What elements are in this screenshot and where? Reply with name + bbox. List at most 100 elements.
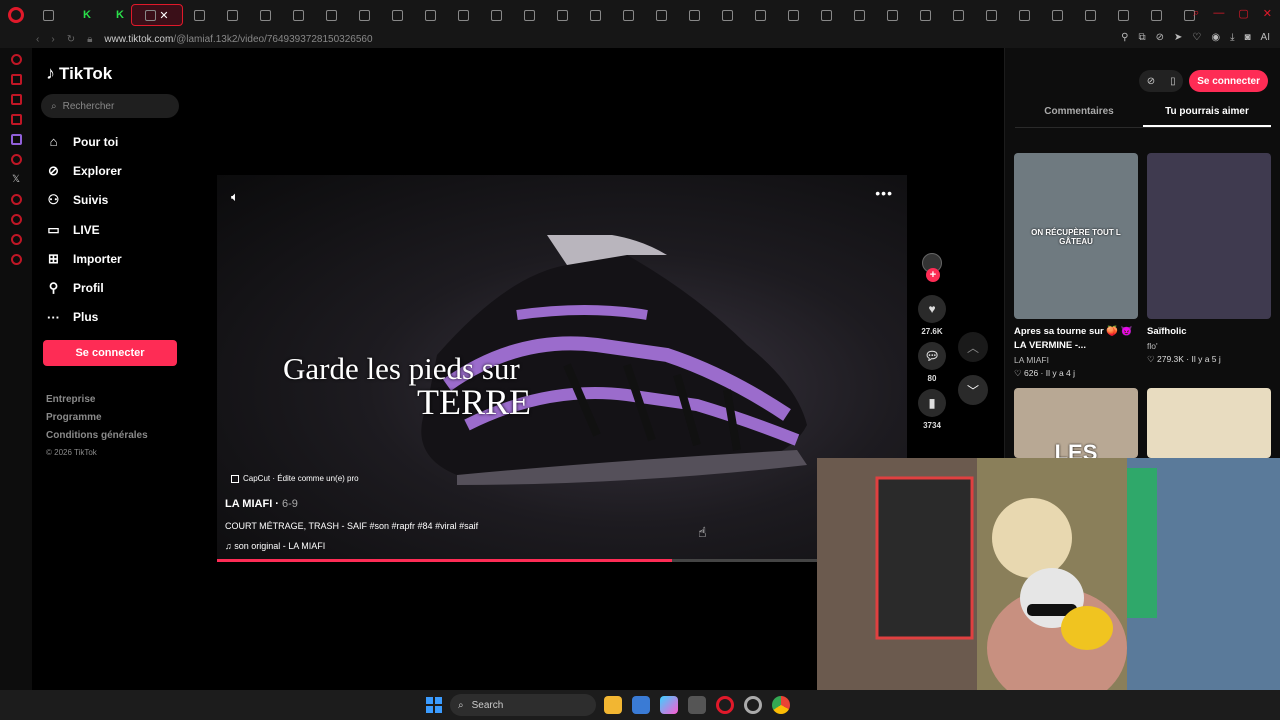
video-thumbnail[interactable]: ON RÉCUPÈRE TOUT L GÂTEAU <box>1014 153 1138 319</box>
browser-tab[interactable] <box>942 4 975 26</box>
sidebar-item[interactable]: ⚇ Suivis <box>46 191 122 210</box>
x-twitter-icon[interactable]: 𝕏 <box>12 174 20 185</box>
browser-tab[interactable] <box>513 4 546 26</box>
next-video-button[interactable]: ﹀ <box>958 375 988 405</box>
discord-icon[interactable] <box>10 234 22 245</box>
browser-tab[interactable] <box>1008 4 1041 26</box>
opera-taskbar-icon[interactable] <box>716 696 734 714</box>
suggested-video-card[interactable] <box>1147 388 1271 458</box>
browser-tab[interactable] <box>381 4 414 26</box>
maximize-icon[interactable]: ▢ <box>1238 7 1248 20</box>
browser-tab[interactable] <box>249 4 282 26</box>
browser-tab[interactable] <box>744 4 777 26</box>
close-window-icon[interactable]: ✕ <box>1263 7 1272 20</box>
browser-tab[interactable]: ✕ <box>131 4 183 26</box>
minimize-icon[interactable]: — <box>1213 7 1224 20</box>
reload-icon[interactable]: ↻ <box>67 34 75 45</box>
footer-link[interactable]: Entreprise <box>46 394 148 405</box>
browser-tab[interactable] <box>645 4 678 26</box>
browser-tab[interactable] <box>1074 4 1107 26</box>
browser-tab[interactable] <box>810 4 843 26</box>
suggested-video-card[interactable]: LES <box>1014 388 1138 458</box>
browser-tab[interactable] <box>1041 4 1074 26</box>
tiktok-logo[interactable]: ♪ TikTok <box>46 63 112 84</box>
video-player[interactable]: 🔈︎ ••• Garde les pieds sur TERRE CapCut … <box>217 175 907 562</box>
send-icon[interactable]: ➤ <box>1174 32 1182 43</box>
close-tab-icon[interactable]: ✕ <box>159 9 168 22</box>
browser-tab[interactable] <box>1107 4 1140 26</box>
operagx-taskbar-icon[interactable] <box>744 696 762 714</box>
browser-tab[interactable] <box>777 4 810 26</box>
browser-tab[interactable] <box>216 4 249 26</box>
app-toggle[interactable]: ⊘ ▯ <box>1139 70 1184 92</box>
camera-icon[interactable]: ◙ <box>1245 32 1251 43</box>
windows-start-icon[interactable] <box>426 697 442 713</box>
header-login-button[interactable]: Se connecter <box>1189 70 1268 92</box>
browser-tab[interactable] <box>876 4 909 26</box>
footer-link[interactable]: Programme <box>46 412 148 423</box>
bag-icon[interactable] <box>10 74 22 85</box>
browser-tab[interactable] <box>480 4 513 26</box>
browser-tab[interactable] <box>843 4 876 26</box>
browser-tab[interactable] <box>183 4 216 26</box>
suggested-video-card[interactable]: ON RÉCUPÈRE TOUT L GÂTEAU Apres sa tourne… <box>1014 153 1138 379</box>
video-thumbnail[interactable] <box>1147 153 1271 319</box>
url-field[interactable]: www.tiktok.com/@lamiaf.13k2/video/764939… <box>104 34 372 45</box>
footer-link[interactable]: Conditions générales <box>46 430 148 441</box>
browser-tab[interactable] <box>909 4 942 26</box>
comment-button[interactable]: 💬︎ <box>918 342 946 370</box>
card-author[interactable]: LA MIAFI <box>1014 355 1138 365</box>
messenger-icon[interactable] <box>10 94 22 105</box>
browser-tab[interactable] <box>711 4 744 26</box>
history-icon[interactable] <box>10 54 22 65</box>
suggested-video-card[interactable]: Saïfholic flo' ♡ 279.3K · Il y a 5 j <box>1147 153 1271 379</box>
account-icon[interactable]: ◉ <box>1211 32 1220 43</box>
store-icon[interactable] <box>632 696 650 714</box>
browser-tab[interactable] <box>348 4 381 26</box>
browser-tab[interactable] <box>612 4 645 26</box>
creator-avatar[interactable]: + <box>922 253 942 282</box>
settings-icon[interactable] <box>10 254 22 265</box>
chrome-icon[interactable] <box>772 696 790 714</box>
video-author[interactable]: LA MIAFI · 6-9 <box>225 498 298 510</box>
sidebar-item[interactable]: ··· Plus <box>46 308 122 327</box>
video-thumbnail[interactable] <box>1147 388 1271 458</box>
capcut-link[interactable]: CapCut · Édite comme un(e) pro <box>231 474 359 483</box>
tab-suggested[interactable]: Tu pourrais aimer <box>1143 102 1271 127</box>
browser-tab[interactable]: K <box>98 4 131 26</box>
percent-icon[interactable] <box>10 154 22 165</box>
follow-plus-icon[interactable]: + <box>926 268 940 282</box>
snapshot-icon[interactable]: ⧉ <box>1138 32 1145 43</box>
search-tabs-icon[interactable]: ⌕ <box>1193 7 1199 20</box>
player-icon[interactable] <box>10 194 22 205</box>
copilot-icon[interactable] <box>660 696 678 714</box>
file-explorer-icon[interactable] <box>604 696 622 714</box>
twitch-icon[interactable] <box>10 134 22 145</box>
browser-tab[interactable] <box>414 4 447 26</box>
sidebar-item[interactable]: ▭ LIVE <box>46 220 122 239</box>
mail-icon[interactable] <box>10 114 22 125</box>
video-progress-bar[interactable] <box>217 559 907 562</box>
adblock-icon[interactable]: ⊘ <box>1156 32 1164 43</box>
browser-tab[interactable] <box>579 4 612 26</box>
browser-tab[interactable] <box>315 4 348 26</box>
clock-icon[interactable] <box>10 214 22 225</box>
sidebar-item[interactable]: ⊘ Explorer <box>46 161 122 180</box>
browser-tab[interactable]: K <box>65 4 98 26</box>
card-author[interactable]: flo' <box>1147 341 1271 351</box>
sidebar-item[interactable]: ⌂ Pour toi <box>46 132 122 151</box>
download-icon[interactable]: ⤓ <box>1230 32 1234 43</box>
browser-tab[interactable] <box>678 4 711 26</box>
more-options-icon[interactable]: ••• <box>875 185 893 201</box>
sidebar-item[interactable]: ⊞ Importer <box>46 249 122 268</box>
heart-icon[interactable]: ♡ <box>1192 32 1201 43</box>
video-sound[interactable]: ♫ son original - LA MIAFI <box>225 541 325 551</box>
browser-tab[interactable] <box>32 4 65 26</box>
login-button[interactable]: Se connecter <box>43 340 177 366</box>
video-caption[interactable]: COURT MÉTRAGE, TRASH - SAIF #son #rapfr … <box>225 521 478 531</box>
forward-icon[interactable]: › <box>51 34 54 45</box>
browser-tab[interactable] <box>447 4 480 26</box>
sidebar-item[interactable]: ⚲ Profil <box>46 278 122 297</box>
back-icon[interactable]: ‹ <box>36 34 39 45</box>
video-thumbnail[interactable]: LES <box>1014 388 1138 458</box>
